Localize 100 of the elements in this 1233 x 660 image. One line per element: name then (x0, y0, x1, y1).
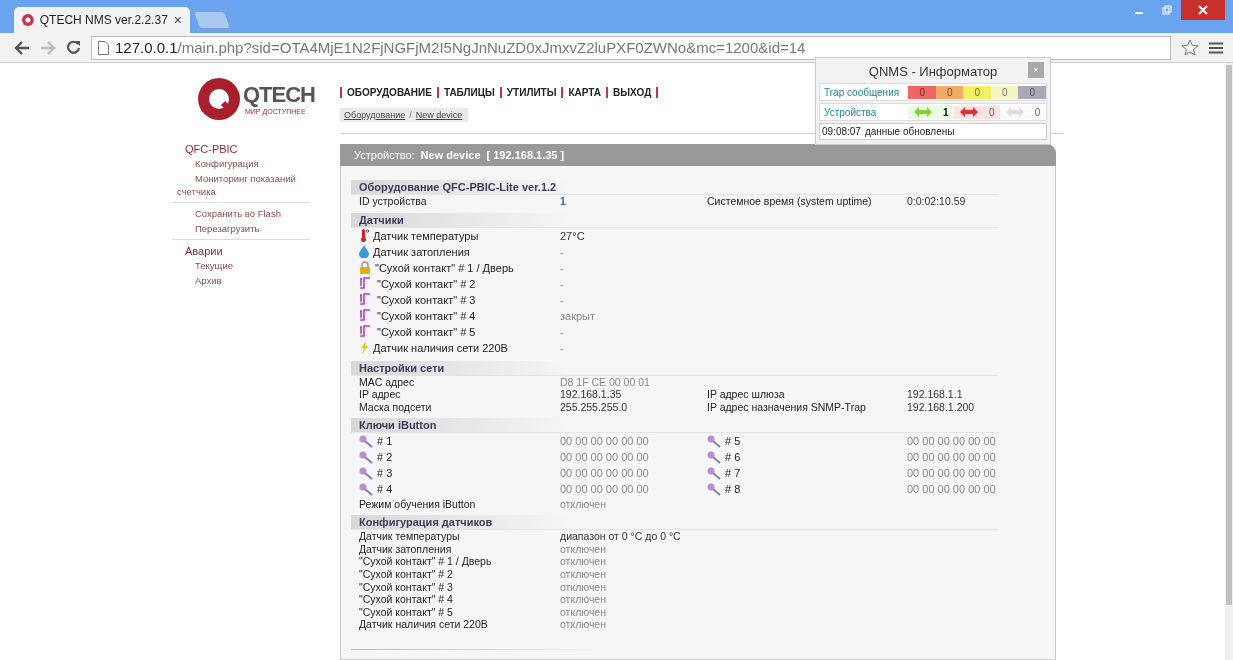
field-label: "Сухой контакт" # 3 (359, 580, 453, 593)
field-label: Режим обучения iButton (359, 497, 476, 510)
sidebar-link[interactable]: Конфигурация (172, 157, 310, 170)
device-name: New device (420, 149, 481, 161)
breadcrumb-separator: / (409, 110, 412, 120)
key-icon (707, 434, 721, 448)
section-title: Датчики (351, 212, 999, 228)
field-value: отключен (560, 618, 607, 631)
back-arrow-icon[interactable] (14, 40, 30, 55)
q-logo-icon (22, 13, 34, 27)
nav-link[interactable]: ВЫХОД (613, 87, 652, 98)
tab-title: QTECH NMS ver.2.2.37 (39, 13, 168, 27)
address-bar[interactable]: 127.0.0.1/main.php?sid=OTA4MjE1N2FjNGFjM2I5NgJnNuZD0xJmxvZ2luPXF0ZWNo&mc=1200&id=14 (91, 35, 1171, 60)
field-label: "Сухой контакт" # 3 (377, 293, 476, 306)
field-label: Датчик затопления (359, 542, 452, 555)
field-value: - (560, 277, 565, 290)
field-value: 192.168.1.200 (907, 401, 976, 414)
browser-tab[interactable]: QTECH NMS ver.2.2.37 × (14, 7, 190, 33)
trap-count: 0 (936, 85, 964, 99)
field-value: отключен (560, 605, 607, 618)
field-value: диапазон от 0 °C до 0 °C (560, 530, 682, 543)
logo-mark-icon (197, 76, 241, 121)
field-value: 00 00 00 00 00 00 (560, 467, 650, 480)
field-label: Маска подсети (359, 401, 432, 414)
url-host: 127.0.0.1 (115, 39, 178, 56)
trap-count: 0 (991, 85, 1019, 99)
close-button[interactable] (1181, 0, 1225, 20)
restore-icon[interactable] (1162, 5, 1172, 15)
field-label: # 3 (377, 467, 393, 480)
field-value: отключен (560, 497, 607, 510)
scrollbar-thumb[interactable] (1226, 65, 1232, 605)
field-value: 192.168.1.35 (560, 388, 623, 401)
trap-count: 0 (1018, 85, 1046, 99)
sidebar-link[interactable]: Архив (172, 274, 310, 287)
informer-title: QNMS - Информатор (868, 63, 998, 79)
star-icon[interactable] (1181, 39, 1199, 56)
key-icon (359, 482, 373, 496)
section-title: Ключи iButton (351, 418, 999, 434)
field-label: Датчик температуры (373, 229, 479, 242)
devices-label: Устройства (823, 106, 878, 118)
sidebar-link[interactable]: Перезагрузить (172, 222, 310, 235)
field-label: # 4 (377, 483, 393, 496)
field-label: "Сухой контакт" # 2 (359, 568, 453, 581)
field-label: # 5 (725, 435, 741, 448)
field-value: отключен (560, 580, 607, 593)
breadcrumb-link[interactable]: New device (415, 110, 463, 120)
field-value: отключен (560, 568, 607, 581)
field-label: Датчик наличия сети 220В (359, 618, 488, 631)
field-label: # 7 (725, 467, 741, 480)
field-value: отключен (560, 555, 607, 568)
nav-link[interactable]: ОБОРУДОВАНИЕ (347, 87, 432, 98)
field-value: 00 00 00 00 00 00 (907, 467, 997, 480)
field-label: # 8 (725, 483, 741, 496)
device-ip: [ 192.168.1.35 ] (486, 149, 565, 161)
nav-link[interactable]: УТИЛИТЫ (506, 87, 557, 98)
field-label: # 6 (725, 451, 741, 464)
field-value: 27°C (560, 229, 586, 242)
device-count: 0 (1034, 106, 1041, 118)
sidebar-link[interactable]: Мониторинг показаний счетчика (172, 172, 310, 198)
field-value: 00 00 00 00 00 00 (560, 435, 650, 448)
tab-close-button[interactable]: × (173, 12, 182, 28)
section-title: Оборудование QFC-PBIC-Lite ver.1.2 (351, 180, 999, 195)
field-label: IP адрес (359, 388, 401, 401)
nav-link[interactable]: ТАБЛИЦЫ (443, 87, 495, 98)
field-label: Системное время (system uptime) (707, 195, 872, 208)
field-label: ID устройства (359, 195, 427, 208)
thermometer-icon (359, 229, 369, 243)
field-label: # 2 (377, 451, 393, 464)
field-value: 00 00 00 00 00 00 (907, 435, 997, 448)
key-icon (707, 450, 721, 464)
field-label: Датчик наличия сети 220В (373, 341, 508, 354)
close-icon (1198, 5, 1208, 15)
reload-icon[interactable] (66, 40, 81, 55)
sidebar-link[interactable]: Текущие (172, 259, 310, 272)
field-value: D8 1F CE 00 00 01 (560, 375, 651, 388)
field-label: "Сухой контакт" # 2 (377, 277, 476, 290)
field-label: "Сухой контакт" # 5 (359, 605, 453, 618)
key-icon (359, 434, 373, 448)
section-title: Конфигурация датчиков (351, 514, 999, 530)
field-value: отключен (560, 593, 607, 606)
menu-icon[interactable] (1209, 41, 1223, 54)
signal-step-icon (359, 277, 373, 291)
sidebar-heading: Аварии (184, 244, 224, 259)
page-icon (98, 40, 109, 55)
field-value: закрыт (560, 309, 597, 322)
field-value: - (560, 261, 565, 274)
nav-link[interactable]: КАРТА (568, 87, 602, 98)
signal-step-icon (359, 293, 373, 307)
logo-text: QTECH (243, 82, 315, 108)
field-label: "Сухой контакт" # 4 (359, 593, 453, 606)
field-label: "Сухой контакт" # 1 / Дверь (359, 555, 492, 568)
sidebar-link[interactable]: Сохранить во Flash (172, 207, 310, 220)
field-value: 0:0:02:10.59 (907, 195, 967, 208)
trap-count: 0 (908, 85, 936, 99)
field-value: - (560, 325, 565, 338)
field-label: # 1 (377, 435, 393, 448)
field-label: MAC адрес (359, 375, 415, 388)
section-title: Настройки сети (351, 360, 999, 376)
device-count: 1 (942, 106, 949, 118)
breadcrumb-link[interactable]: Оборудование (344, 110, 406, 120)
